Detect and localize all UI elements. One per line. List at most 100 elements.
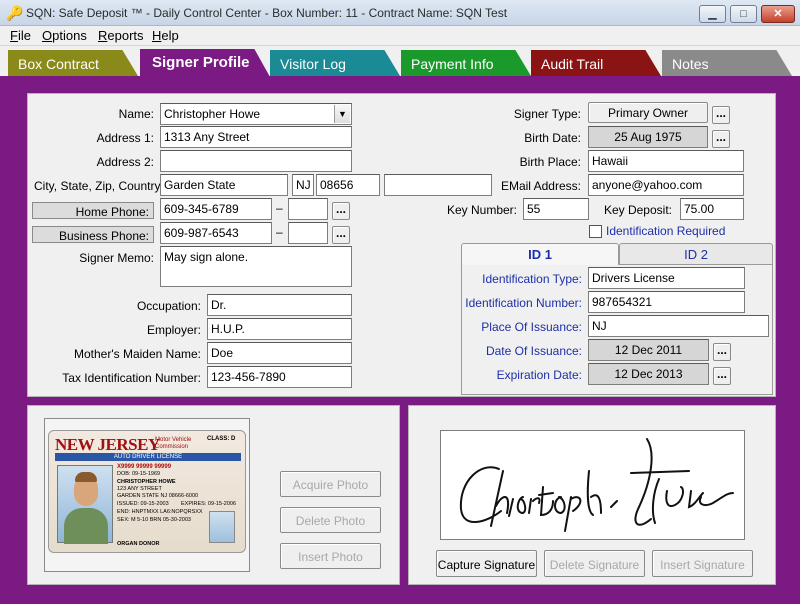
minimize-button[interactable]: ▁ bbox=[699, 5, 726, 23]
signer-memo-label: Signer Memo: bbox=[79, 251, 154, 265]
business-phone-field[interactable]: 609-987-6543 bbox=[160, 222, 272, 244]
signer-memo-field[interactable]: May sign alone. bbox=[160, 246, 352, 287]
home-phone-button[interactable]: Home Phone: bbox=[32, 202, 154, 219]
business-phone-more-button[interactable]: ... bbox=[332, 226, 350, 244]
email-label: EMail Address: bbox=[500, 179, 581, 193]
date-of-issuance-label: Date Of Issuance: bbox=[485, 344, 582, 358]
tab-audit-trail[interactable]: Audit Trail bbox=[531, 50, 661, 76]
close-button[interactable]: ✕ bbox=[761, 5, 795, 23]
license-expires: EXPIRES: 09-15-2006 bbox=[181, 501, 237, 507]
address2-field[interactable] bbox=[160, 150, 352, 172]
name-label: Name: bbox=[118, 107, 154, 121]
tab-id-2[interactable]: ID 2 bbox=[619, 243, 773, 265]
birth-place-label: Birth Place: bbox=[519, 155, 581, 169]
home-phone-dash: – bbox=[276, 201, 283, 215]
insert-photo-button[interactable]: Insert Photo bbox=[280, 543, 381, 569]
chevron-down-icon[interactable]: ▼ bbox=[334, 105, 350, 123]
home-phone-field[interactable]: 609-345-6789 bbox=[160, 198, 272, 220]
home-phone-ext-field[interactable] bbox=[288, 198, 328, 220]
signature-box[interactable] bbox=[440, 430, 745, 540]
title-bar: 🔑 SQN: Safe Deposit ™ - Daily Control Ce… bbox=[0, 0, 800, 26]
signer-type-label: Signer Type: bbox=[513, 107, 581, 121]
menu-options[interactable]: Options bbox=[40, 28, 89, 43]
maiden-name-label: Mother's Maiden Name: bbox=[73, 347, 201, 361]
employer-field[interactable]: H.U.P. bbox=[207, 318, 352, 340]
key-deposit-field[interactable]: 75.00 bbox=[680, 198, 744, 220]
city-field[interactable]: Garden State bbox=[160, 174, 288, 196]
license-street: 123 ANY STREET bbox=[117, 486, 162, 492]
signature-image bbox=[459, 438, 734, 532]
business-phone-button[interactable]: Business Phone: bbox=[32, 226, 154, 243]
tab-signer-profile[interactable]: Signer Profile bbox=[140, 49, 270, 77]
license-photo bbox=[57, 465, 113, 544]
birth-date-field[interactable]: 25 Aug 1975 bbox=[588, 126, 708, 148]
birth-date-more-button[interactable]: ... bbox=[712, 130, 730, 148]
id-required-checkbox[interactable] bbox=[589, 225, 602, 238]
id-type-field[interactable]: Drivers License bbox=[588, 267, 745, 289]
place-of-issuance-field[interactable]: NJ bbox=[588, 315, 769, 337]
app-icon: 🔑 bbox=[6, 5, 24, 21]
address1-field[interactable]: 1313 Any Street bbox=[160, 126, 352, 148]
tab-id-1[interactable]: ID 1 bbox=[461, 243, 619, 265]
maximize-button[interactable]: □ bbox=[730, 5, 757, 23]
delete-signature-button[interactable]: Delete Signature bbox=[544, 550, 645, 577]
license-ghost-photo bbox=[209, 511, 235, 543]
zip-field[interactable]: 08656 bbox=[316, 174, 380, 196]
expiration-date-label: Expiration Date: bbox=[496, 368, 582, 382]
date-of-issuance-field[interactable]: 12 Dec 2011 bbox=[588, 339, 709, 361]
license-dob: DOB: 09-15-1969 bbox=[117, 471, 161, 477]
license-name: CHRISTOPHER HOWE bbox=[117, 479, 176, 485]
birth-date-label: Birth Date: bbox=[524, 131, 581, 145]
key-number-label: Key Number: bbox=[446, 203, 517, 217]
expiration-date-field[interactable]: 12 Dec 2013 bbox=[588, 363, 709, 385]
window-title: SQN: Safe Deposit ™ - Daily Control Cent… bbox=[26, 6, 508, 20]
license-sex: SEX: M 5-10 BRN 05-30-2003 bbox=[117, 517, 191, 523]
business-phone-ext-field[interactable] bbox=[288, 222, 328, 244]
employer-label: Employer: bbox=[146, 323, 201, 337]
tab-box-contract[interactable]: Box Contract bbox=[8, 50, 138, 76]
address1-label: Address 1: bbox=[96, 131, 154, 145]
menu-help[interactable]: Help bbox=[150, 28, 181, 43]
delete-photo-button[interactable]: Delete Photo bbox=[280, 507, 381, 533]
key-deposit-label: Key Deposit: bbox=[603, 203, 672, 217]
city-state-zip-label: City, State, Zip, Country: bbox=[34, 179, 164, 193]
tab-notes[interactable]: Notes bbox=[662, 50, 792, 76]
shirt-shape bbox=[64, 508, 108, 544]
license-issued: ISSUED: 09-15-2003 bbox=[117, 501, 169, 507]
signer-type-button[interactable]: Primary Owner bbox=[588, 102, 708, 123]
maiden-name-field[interactable]: Doe bbox=[207, 342, 352, 364]
menu-file[interactable]: File bbox=[8, 28, 33, 43]
license-subtitle: AUTO DRIVER LICENSE bbox=[55, 453, 241, 461]
expiration-date-more-button[interactable]: ... bbox=[713, 367, 731, 385]
place-of-issuance-label: Place Of Issuance: bbox=[481, 320, 582, 334]
license-image: NEW JERSEY Motor Vehicle Commission CLAS… bbox=[48, 430, 246, 553]
id-type-label: Identification Type: bbox=[482, 272, 582, 286]
acquire-photo-button[interactable]: Acquire Photo bbox=[280, 471, 381, 497]
name-value: Christopher Howe bbox=[164, 107, 261, 121]
signer-type-more-button[interactable]: ... bbox=[712, 106, 730, 124]
menu-reports[interactable]: Reports bbox=[96, 28, 146, 43]
insert-signature-button[interactable]: Insert Signature bbox=[652, 550, 753, 577]
license-city: GARDEN STATE NJ 08666-6000 bbox=[117, 493, 199, 499]
capture-signature-button[interactable]: Capture Signature bbox=[436, 550, 537, 577]
menu-bar: File Options Reports Help bbox=[0, 26, 800, 46]
date-of-issuance-more-button[interactable]: ... bbox=[713, 343, 731, 361]
occupation-label: Occupation: bbox=[136, 299, 201, 313]
license-class: CLASS: D bbox=[207, 436, 236, 442]
tab-visitor-log[interactable]: Visitor Log bbox=[270, 50, 400, 76]
occupation-field[interactable]: Dr. bbox=[207, 294, 352, 316]
business-phone-dash: – bbox=[276, 225, 283, 239]
name-combobox[interactable]: Christopher Howe bbox=[160, 103, 352, 125]
address2-label: Address 2: bbox=[96, 155, 154, 169]
license-donor: ORGAN DONOR bbox=[117, 541, 160, 547]
tax-id-field[interactable]: 123-456-7890 bbox=[207, 366, 352, 388]
id-number-field[interactable]: 987654321 bbox=[588, 291, 745, 313]
tab-payment-info[interactable]: Payment Info bbox=[401, 50, 531, 76]
home-phone-more-button[interactable]: ... bbox=[332, 202, 350, 220]
id-number-label: Identification Number: bbox=[465, 296, 582, 310]
key-number-field[interactable]: 55 bbox=[523, 198, 589, 220]
email-field[interactable]: anyone@yahoo.com bbox=[588, 174, 744, 196]
license-endorsements: END: HNPTMXX LA6:NOPQRSXX bbox=[117, 509, 203, 515]
state-field[interactable]: NJ bbox=[292, 174, 314, 196]
birth-place-field[interactable]: Hawaii bbox=[588, 150, 744, 172]
